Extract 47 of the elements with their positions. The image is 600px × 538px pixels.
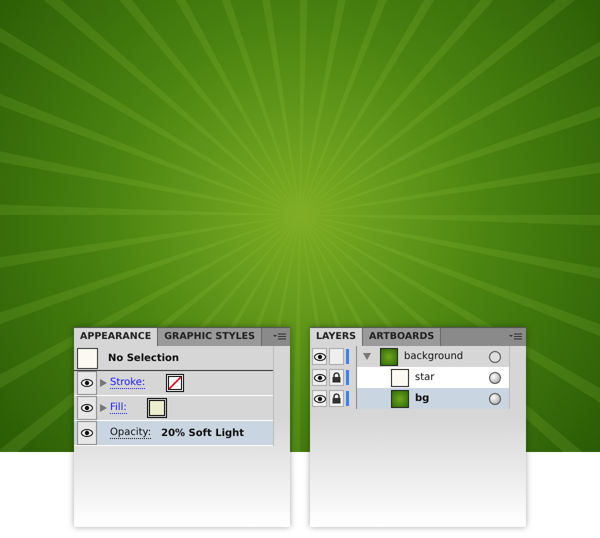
layer-thumbnail xyxy=(380,348,398,366)
layer-thumbnail xyxy=(391,368,409,386)
panel-menu-icon[interactable] xyxy=(273,333,286,341)
panel-tab[interactable]: GRAPHIC STYLES xyxy=(158,328,262,346)
eye-icon[interactable] xyxy=(81,404,93,412)
panel-menu-icon[interactable] xyxy=(509,333,522,341)
visibility-toggle[interactable] xyxy=(77,371,97,395)
visibility-toggle[interactable] xyxy=(77,396,97,420)
attribute-link[interactable]: Stroke: xyxy=(110,377,146,389)
selection-label: No Selection xyxy=(108,352,180,364)
eye-icon[interactable] xyxy=(314,374,326,382)
panel-tab[interactable]: APPEARANCE xyxy=(74,328,158,346)
eye-icon[interactable] xyxy=(81,379,93,387)
layer-row[interactable]: star xyxy=(357,367,509,388)
lock-icon[interactable] xyxy=(332,393,341,404)
attribute-link[interactable]: Fill: xyxy=(110,402,127,414)
layer-name: star xyxy=(415,372,434,383)
eye-icon[interactable] xyxy=(81,429,93,437)
target-icon[interactable] xyxy=(489,372,501,384)
lock-toggle[interactable] xyxy=(329,369,344,386)
layer-row[interactable]: bg xyxy=(357,388,509,409)
expand-triangle-icon[interactable] xyxy=(363,353,371,360)
visibility-toggle[interactable] xyxy=(77,421,97,445)
opacity-value: 20% Soft Light xyxy=(161,428,244,438)
layer-row[interactable]: background xyxy=(357,346,509,367)
layer-thumbnail xyxy=(391,390,409,408)
layer-name: bg xyxy=(415,393,430,404)
panel-tab[interactable]: LAYERS xyxy=(310,328,364,346)
expand-triangle-icon[interactable] xyxy=(100,404,107,412)
lock-icon[interactable] xyxy=(332,372,341,383)
appearance-row[interactable]: Opacity: 20% Soft Light xyxy=(74,421,273,446)
visibility-toggle[interactable] xyxy=(312,369,327,386)
fill-swatch[interactable] xyxy=(148,400,165,416)
lock-toggle[interactable] xyxy=(329,348,344,365)
expand-triangle-icon[interactable] xyxy=(100,379,107,387)
eye-icon[interactable] xyxy=(314,394,326,402)
eye-icon[interactable] xyxy=(314,352,326,360)
visibility-toggle[interactable] xyxy=(312,348,327,365)
visibility-toggle[interactable] xyxy=(312,390,327,407)
appearance-row[interactable]: Stroke: xyxy=(74,371,273,396)
lock-toggle[interactable] xyxy=(329,390,344,407)
target-icon[interactable] xyxy=(489,392,501,404)
stroke-swatch-icon[interactable] xyxy=(166,374,184,392)
attribute-link[interactable]: Opacity: xyxy=(110,427,152,439)
target-icon[interactable] xyxy=(489,350,501,362)
panel-tab[interactable]: ARTBOARDS xyxy=(363,328,442,346)
layer-name: background xyxy=(404,351,464,362)
